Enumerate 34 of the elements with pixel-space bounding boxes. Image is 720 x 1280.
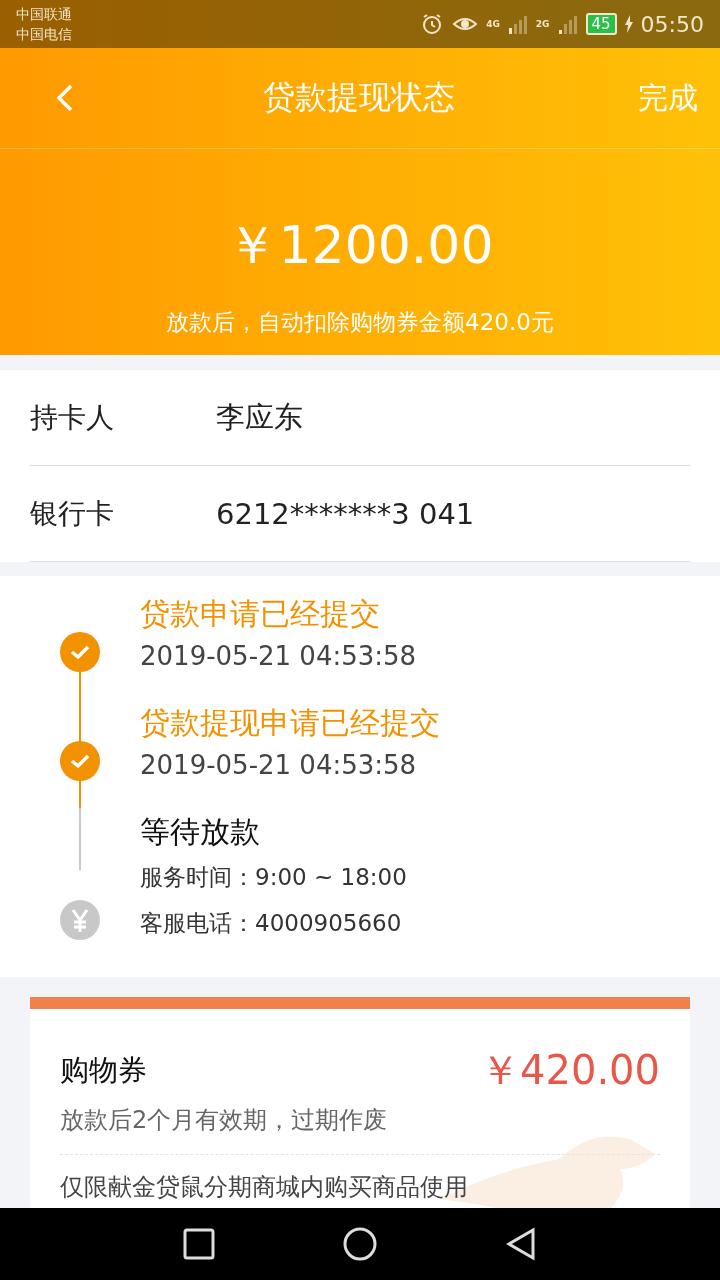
battery-indicator: 45 <box>585 13 617 35</box>
step-detail: 2019-05-21 04:53:58 <box>140 640 417 673</box>
back-nav-button[interactable] <box>504 1227 537 1261</box>
step-detail: 客服电话：4000905660 <box>140 909 403 938</box>
done-button[interactable]: 完成 <box>638 77 720 119</box>
step-title: 贷款提现申请已经提交 <box>140 704 440 742</box>
step-detail: 服务时间：9:00 ~ 18:00 <box>140 863 407 892</box>
field-label: 银行卡 <box>30 495 115 532</box>
carrier-name: 中国联通 <box>16 5 73 24</box>
field-value: 李应东 <box>216 398 303 436</box>
charging-icon <box>624 15 633 33</box>
recents-button[interactable] <box>183 1228 216 1260</box>
step-title: 贷款申请已经提交 <box>140 595 381 633</box>
field-value: 6212*******3 041 <box>216 496 475 531</box>
signal-icon <box>507 14 528 34</box>
carrier-name: 中国电信 <box>16 25 73 44</box>
deduction-note: 放款后，自动扣除购物券金额420.0元 <box>166 308 554 337</box>
step-title: 等待放款 <box>140 813 261 851</box>
loan-amount: ￥1200.00 <box>226 214 494 277</box>
page-title: 贷款提现状态 <box>262 77 456 118</box>
coupon-amount: ￥420.00 <box>480 1046 660 1095</box>
circle-icon <box>342 1226 378 1262</box>
home-button[interactable] <box>342 1226 378 1262</box>
step-detail: 2019-05-21 04:53:58 <box>140 749 418 782</box>
square-icon <box>183 1228 216 1260</box>
signal-icon <box>557 14 578 34</box>
field-label: 持卡人 <box>30 399 115 436</box>
coupon-title: 购物券 <box>60 1051 147 1089</box>
network-label: 4G <box>486 19 500 29</box>
usage-note: 仅限献金贷鼠分期商城内购买商品使用 <box>60 1172 469 1203</box>
triangle-icon <box>504 1227 537 1261</box>
clock-time: 05:50 <box>640 11 704 37</box>
network-label: 2G <box>535 19 550 29</box>
validity-note: 放款后2个月有效期，过期作废 <box>60 1098 660 1155</box>
